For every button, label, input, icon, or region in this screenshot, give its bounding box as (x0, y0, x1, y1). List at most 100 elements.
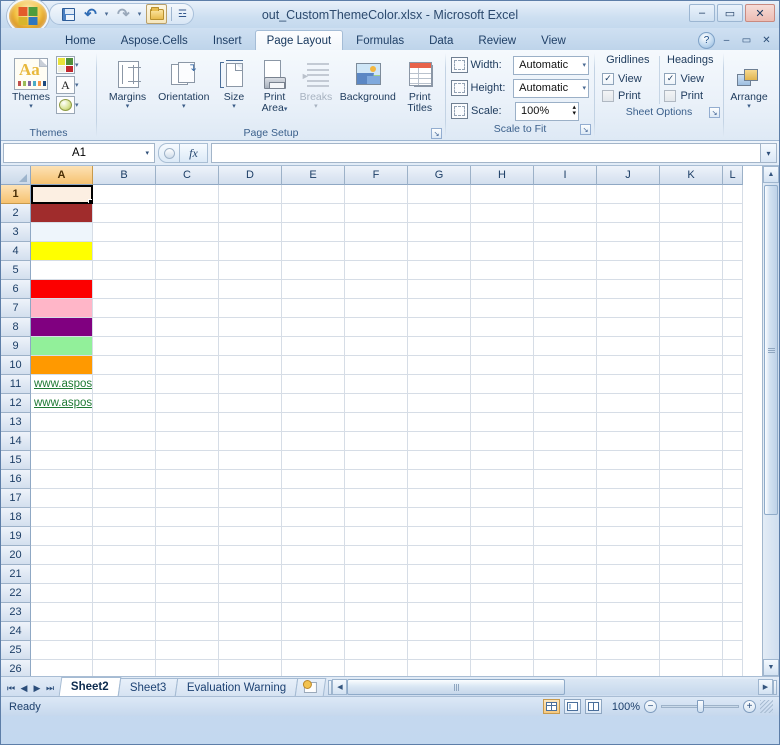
row-header-20[interactable]: 20 (1, 546, 31, 565)
margins-button[interactable]: Margins ▾ (102, 54, 153, 112)
column-header-b[interactable]: B (93, 166, 156, 185)
cell-b10[interactable] (93, 356, 156, 375)
cell-f6[interactable] (345, 280, 408, 299)
cell-j5[interactable] (597, 261, 660, 280)
tab-review[interactable]: Review (466, 30, 528, 50)
first-sheet-button[interactable]: ⏮ (5, 683, 17, 694)
vertical-scroll-thumb[interactable] (764, 185, 778, 515)
row-header-4[interactable]: 4 (1, 242, 31, 261)
cell-h4[interactable] (471, 242, 534, 261)
cell-e6[interactable] (282, 280, 345, 299)
formula-input[interactable] (211, 143, 760, 163)
cell-i20[interactable] (534, 546, 597, 565)
cell-c9[interactable] (156, 337, 219, 356)
column-header-i[interactable]: I (534, 166, 597, 185)
cell-g1[interactable] (408, 185, 471, 204)
cell-d10[interactable] (219, 356, 282, 375)
cell-i9[interactable] (534, 337, 597, 356)
cell-e18[interactable] (282, 508, 345, 527)
cell-i18[interactable] (534, 508, 597, 527)
cell-l15[interactable] (723, 451, 743, 470)
horizontal-scrollbar[interactable]: ◀ ▶ (328, 678, 779, 696)
cell-l6[interactable] (723, 280, 743, 299)
cell-g12[interactable] (408, 394, 471, 413)
cell-h10[interactable] (471, 356, 534, 375)
breaks-button[interactable]: ► Breaks ▾ (296, 54, 337, 112)
cell-i8[interactable] (534, 318, 597, 337)
zoom-out-button[interactable]: − (644, 700, 657, 713)
cell-h20[interactable] (471, 546, 534, 565)
cell-a18[interactable] (31, 508, 93, 527)
cell-f13[interactable] (345, 413, 408, 432)
cell-k21[interactable] (660, 565, 723, 584)
cell-j16[interactable] (597, 470, 660, 489)
cell-a9[interactable] (31, 337, 93, 356)
cell-j12[interactable] (597, 394, 660, 413)
cell-d18[interactable] (219, 508, 282, 527)
cell-i1[interactable] (534, 185, 597, 204)
cell-a2[interactable] (31, 204, 93, 223)
sheet-tab-sheet2[interactable]: Sheet2 (59, 677, 121, 696)
sheet-tab-evaluation-warning[interactable]: Evaluation Warning (175, 678, 299, 696)
cell-l3[interactable] (723, 223, 743, 242)
cell-h9[interactable] (471, 337, 534, 356)
scroll-right-button[interactable]: ▶ (758, 679, 773, 695)
cell-f26[interactable] (345, 660, 408, 676)
cell-h12[interactable] (471, 394, 534, 413)
cell-j2[interactable] (597, 204, 660, 223)
cell-a24[interactable] (31, 622, 93, 641)
row-header-12[interactable]: 12 (1, 394, 31, 413)
cell-d17[interactable] (219, 489, 282, 508)
cell-g5[interactable] (408, 261, 471, 280)
size-button[interactable]: Size ▾ (215, 54, 254, 112)
gridlines-view-checkbox[interactable]: ✓ View (602, 70, 642, 87)
cell-a7[interactable] (31, 299, 93, 318)
next-sheet-button[interactable]: ▶ (31, 683, 43, 694)
cell-h19[interactable] (471, 527, 534, 546)
last-sheet-button[interactable]: ⏭ (44, 683, 56, 694)
cell-f14[interactable] (345, 432, 408, 451)
row-header-25[interactable]: 25 (1, 641, 31, 660)
cell-f24[interactable] (345, 622, 408, 641)
cell-a20[interactable] (31, 546, 93, 565)
cell-k12[interactable] (660, 394, 723, 413)
cell-d15[interactable] (219, 451, 282, 470)
cell-l5[interactable] (723, 261, 743, 280)
cell-i15[interactable] (534, 451, 597, 470)
cell-a23[interactable] (31, 603, 93, 622)
cell-b24[interactable] (93, 622, 156, 641)
cell-d20[interactable] (219, 546, 282, 565)
scroll-up-button[interactable]: ▲ (763, 166, 779, 183)
cell-j17[interactable] (597, 489, 660, 508)
column-header-c[interactable]: C (156, 166, 219, 185)
cell-f17[interactable] (345, 489, 408, 508)
cell-a5[interactable] (31, 261, 93, 280)
cell-b17[interactable] (93, 489, 156, 508)
row-header-9[interactable]: 9 (1, 337, 31, 356)
tab-home[interactable]: Home (53, 30, 108, 50)
cell-a11[interactable]: www.aspose.com (31, 375, 93, 394)
cell-c10[interactable] (156, 356, 219, 375)
cell-j10[interactable] (597, 356, 660, 375)
cell-f21[interactable] (345, 565, 408, 584)
cell-i24[interactable] (534, 622, 597, 641)
cell-b12[interactable] (93, 394, 156, 413)
cell-l12[interactable] (723, 394, 743, 413)
cell-k17[interactable] (660, 489, 723, 508)
cell-h24[interactable] (471, 622, 534, 641)
cell-g2[interactable] (408, 204, 471, 223)
cell-f16[interactable] (345, 470, 408, 489)
cell-k23[interactable] (660, 603, 723, 622)
row-header-18[interactable]: 18 (1, 508, 31, 527)
cell-a3[interactable] (31, 223, 93, 242)
cell-b22[interactable] (93, 584, 156, 603)
background-button[interactable]: Background (336, 54, 399, 104)
row-header-24[interactable]: 24 (1, 622, 31, 641)
cell-i19[interactable] (534, 527, 597, 546)
cell-g10[interactable] (408, 356, 471, 375)
cell-k26[interactable] (660, 660, 723, 676)
cell-b3[interactable] (93, 223, 156, 242)
cell-c5[interactable] (156, 261, 219, 280)
cell-f22[interactable] (345, 584, 408, 603)
cell-b20[interactable] (93, 546, 156, 565)
